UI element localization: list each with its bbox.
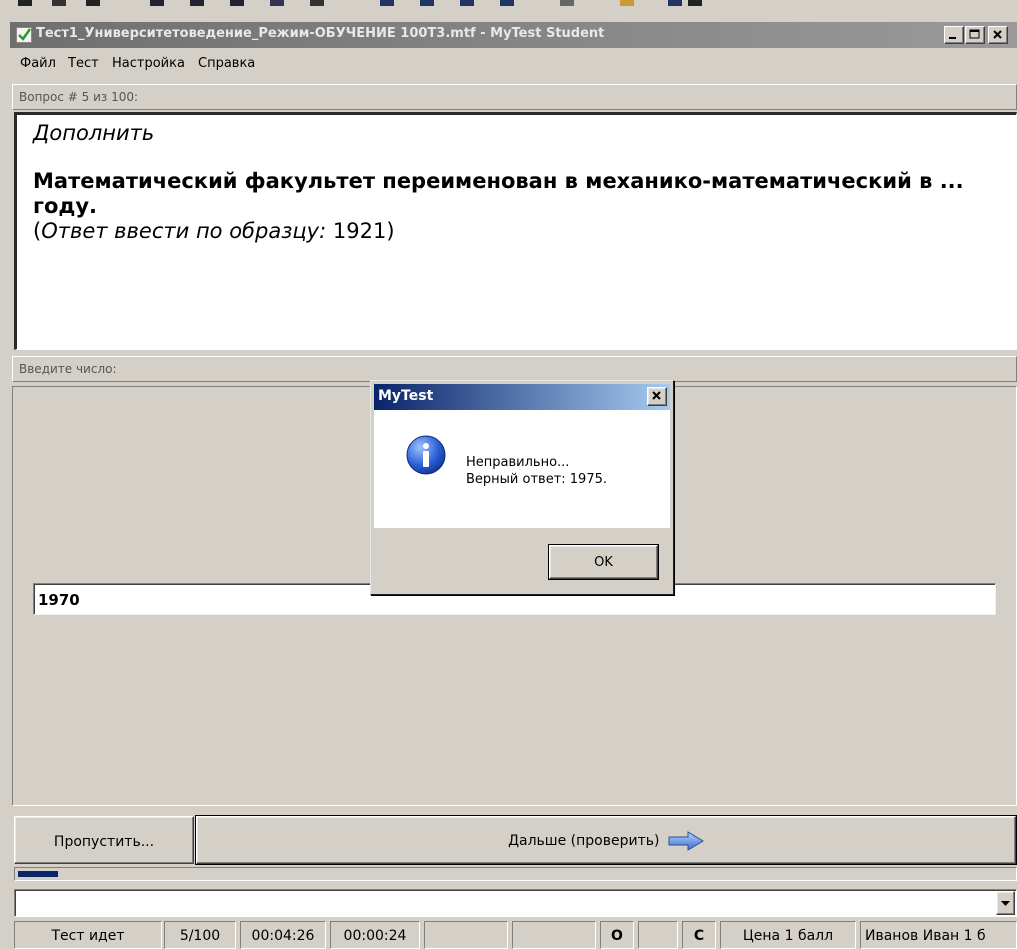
toolbar-icon[interactable] <box>190 0 204 6</box>
toolbar-icon[interactable] <box>560 0 574 6</box>
next-check-button[interactable]: Дальше (проверить) <box>195 815 1017 865</box>
toolbar-icon[interactable] <box>150 0 164 6</box>
skip-button[interactable]: Пропустить... <box>14 816 194 864</box>
toolbar-icon[interactable] <box>500 0 514 6</box>
menu-test[interactable]: Тест <box>68 56 99 71</box>
status-empty <box>424 921 508 949</box>
status-user: Иванов Иван 1 б <box>860 921 1017 949</box>
toolbar-icon[interactable] <box>310 0 324 6</box>
status-state: Тест идет <box>14 921 162 949</box>
dialog-message: Неправильно... Верный ответ: 1975. <box>466 454 607 488</box>
status-elapsed: 00:04:26 <box>240 921 326 949</box>
toolbar-icon[interactable] <box>620 0 634 6</box>
dialog-titlebar[interactable]: MyTest <box>374 384 670 410</box>
toolbar-icon[interactable] <box>380 0 394 6</box>
question-text: Математический факультет переименован в … <box>33 169 964 218</box>
app-check-icon <box>16 27 32 43</box>
hint-example: 1921 <box>332 219 387 243</box>
arrow-right-icon <box>668 831 704 851</box>
dialog-line-incorrect: Неправильно... <box>466 455 570 470</box>
toolbar-icon[interactable] <box>18 0 32 6</box>
dialog-line-correct-answer: Верный ответ: 1975. <box>466 472 608 487</box>
status-count: 5/100 <box>164 921 236 949</box>
status-question-time: 00:00:24 <box>330 921 420 949</box>
status-price: Цена 1 балл <box>720 921 856 949</box>
toolbar-icon[interactable] <box>270 0 284 6</box>
hint-label: Ответ ввести по образцу: <box>41 219 327 243</box>
comment-combo[interactable] <box>14 889 1017 917</box>
toolbar-strip <box>0 0 1017 20</box>
toolbar-icon[interactable] <box>460 0 474 6</box>
hint-open-paren: ( <box>33 219 42 243</box>
toolbar-icon[interactable] <box>668 0 682 6</box>
menu-settings[interactable]: Настройка <box>112 56 185 71</box>
menubar: Файл Тест Настройка Справка <box>10 50 1017 78</box>
question-type: Дополнить <box>33 121 155 145</box>
menu-help[interactable]: Справка <box>198 56 255 71</box>
toolbar-icon[interactable] <box>86 0 100 6</box>
question-area: Дополнить Математический факультет переи… <box>14 112 1017 350</box>
status-c-flag: C <box>682 921 716 949</box>
menu-file[interactable]: Файл <box>20 56 56 71</box>
status-empty <box>512 921 596 949</box>
toolbar-icon[interactable] <box>52 0 66 6</box>
info-icon <box>406 435 446 475</box>
window-titlebar[interactable]: Тест1_Университетоведение_Режим-ОБУЧЕНИЕ… <box>10 22 1017 48</box>
question-header: Вопрос # 5 из 100: <box>12 84 1017 110</box>
next-button-label: Дальше (проверить) <box>508 833 660 849</box>
minimize-button[interactable] <box>944 26 964 44</box>
status-o-flag: O <box>600 921 634 949</box>
message-dialog: MyTest Неправильно... Верный ответ: 1975… <box>370 380 674 595</box>
minimize-icon <box>949 37 956 39</box>
ok-button[interactable]: OK <box>548 544 659 580</box>
close-button[interactable] <box>988 26 1008 44</box>
maximize-icon <box>969 29 980 39</box>
progress-track <box>14 867 1017 881</box>
toolbar-icon[interactable] <box>688 0 702 6</box>
toolbar-icon[interactable] <box>230 0 244 6</box>
hint-close-paren: ) <box>386 219 395 243</box>
toolbar-icon[interactable] <box>420 0 434 6</box>
status-empty <box>638 921 678 949</box>
answer-header: Введите число: <box>12 356 1017 382</box>
close-icon <box>652 391 661 400</box>
close-icon <box>993 30 1002 39</box>
dialog-title: MyTest <box>378 388 434 404</box>
question-hint: (Ответ ввести по образцу: 1921) <box>33 219 1016 244</box>
combo-dropdown-button[interactable] <box>996 891 1015 915</box>
progress-fill <box>18 871 58 877</box>
dialog-body: Неправильно... Верный ответ: 1975. <box>374 410 670 528</box>
maximize-button[interactable] <box>965 26 985 44</box>
window-title: Тест1_Университетоведение_Режим-ОБУЧЕНИЕ… <box>36 26 605 41</box>
chevron-down-icon <box>1001 901 1010 906</box>
dialog-close-button[interactable] <box>647 387 667 406</box>
